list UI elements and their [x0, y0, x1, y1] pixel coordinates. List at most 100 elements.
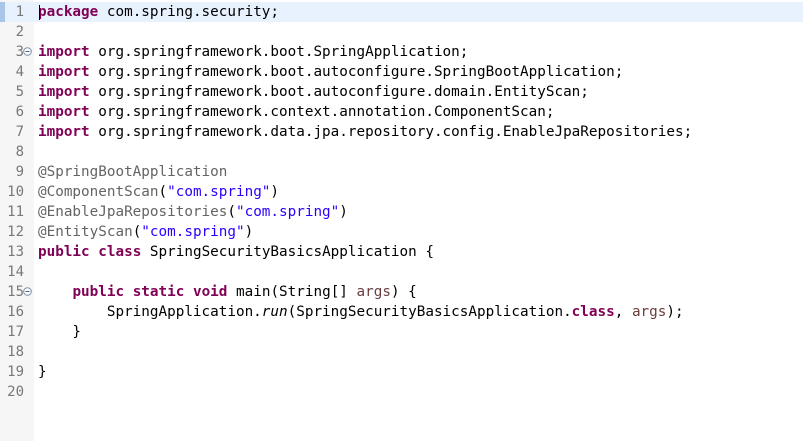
- code-line[interactable]: 6 import org.springframework.context.anno…: [0, 102, 803, 122]
- code-line[interactable]: 20: [0, 382, 803, 402]
- code-token: org.springframework.context.annotation.C…: [89, 104, 555, 120]
- code-text[interactable]: package com.spring.security;: [38, 2, 279, 22]
- code-token: );: [666, 304, 684, 320]
- line-number: 15: [7, 284, 24, 300]
- string-token: "com.spring": [235, 204, 340, 220]
- code-line[interactable]: 10 @ComponentScan("com.spring"): [0, 182, 803, 202]
- keyword-token: import: [38, 84, 90, 100]
- code-text[interactable]: import org.springframework.boot.autoconf…: [38, 82, 589, 102]
- code-line[interactable]: 4 import org.springframework.boot.autocon…: [0, 62, 803, 82]
- code-line[interactable]: 16 SpringApplication.run(SpringSecurityB…: [0, 302, 803, 322]
- keyword-token: class: [98, 244, 142, 260]
- code-text[interactable]: @SpringBootApplication: [38, 162, 227, 182]
- code-line[interactable]: 7 import org.springframework.data.jpa.rep…: [0, 122, 803, 142]
- code-line[interactable]: 17 }: [0, 322, 803, 342]
- code-text[interactable]: @ComponentScan("com.spring"): [38, 182, 279, 202]
- line-number: 18: [7, 344, 24, 360]
- code-text[interactable]: @EntityScan("com.spring"): [38, 222, 253, 242]
- annotation-token: @EnableJpaRepositories: [38, 204, 228, 220]
- fold-collapse-icon[interactable]: [23, 287, 32, 296]
- line-number: 2: [15, 24, 24, 40]
- code-line[interactable]: 18: [0, 342, 803, 362]
- code-line[interactable]: 8: [0, 142, 803, 162]
- parameter-token: args: [356, 284, 391, 300]
- line-number: 13: [7, 244, 24, 260]
- code-line[interactable]: 1 package com.spring.security;: [0, 2, 803, 22]
- code-token: SpringApplication.: [38, 304, 262, 320]
- code-text[interactable]: @EnableJpaRepositories("com.spring"): [38, 202, 348, 222]
- code-token: ): [244, 224, 254, 240]
- parameter-token: args: [631, 304, 667, 320]
- code-line[interactable]: 2: [0, 22, 803, 42]
- string-token: "com.spring": [167, 184, 271, 200]
- line-number: 16: [7, 304, 24, 320]
- keyword-token: import: [38, 124, 90, 140]
- code-line[interactable]: 3 import org.springframework.boot.SpringA…: [0, 42, 803, 62]
- fold-collapse-icon[interactable]: [23, 47, 32, 56]
- code-token: org.springframework.boot.autoconfigure.d…: [89, 84, 589, 100]
- code-text[interactable]: public class SpringSecurityBasicsApplica…: [38, 242, 434, 262]
- code-token: (SpringSecurityBasicsApplication.: [287, 304, 572, 320]
- code-token: ,: [614, 304, 632, 320]
- code-token: main(String[]: [227, 284, 357, 300]
- line-number: 11: [7, 204, 24, 220]
- code-text[interactable]: import org.springframework.boot.autoconf…: [38, 62, 623, 82]
- line-number: 10: [7, 184, 24, 200]
- code-text[interactable]: import org.springframework.data.jpa.repo…: [38, 122, 692, 142]
- code-token: (: [227, 204, 236, 220]
- string-token: "com.spring": [141, 224, 245, 240]
- code-line[interactable]: 19}: [0, 362, 803, 382]
- annotation-token: @SpringBootApplication: [38, 164, 228, 180]
- line-number: 7: [15, 124, 24, 140]
- keyword-token: public: [38, 244, 90, 260]
- code-token: }: [38, 324, 82, 340]
- code-text[interactable]: public static void main(String[] args) {: [38, 282, 416, 302]
- text-caret: [39, 5, 40, 20]
- code-text[interactable]: import org.springframework.context.annot…: [38, 102, 554, 122]
- keyword-token: import: [38, 44, 90, 60]
- code-line[interactable]: 12 @EntityScan("com.spring"): [0, 222, 803, 242]
- code-line[interactable]: 15 public static void main(String[] args…: [0, 282, 803, 302]
- code-line[interactable]: 9 @SpringBootApplication: [0, 162, 803, 182]
- code-editor[interactable]: 1 package com.spring.security; 2 3 import or…: [0, 0, 803, 441]
- line-number: 12: [7, 224, 24, 240]
- line-number: 17: [7, 324, 24, 340]
- code-line[interactable]: 5 import org.springframework.boot.autocon…: [0, 82, 803, 102]
- line-number: 20: [7, 384, 24, 400]
- keyword-token: import: [38, 104, 90, 120]
- line-number: 9: [15, 164, 24, 180]
- keyword-token: import: [38, 64, 90, 80]
- code-line[interactable]: 11 @EnableJpaRepositories("com.spring"): [0, 202, 803, 222]
- code-text[interactable]: }: [38, 322, 81, 342]
- keyword-token: package: [38, 4, 99, 20]
- line-number: 1: [15, 4, 24, 20]
- code-token: (: [158, 184, 168, 200]
- code-token: org.springframework.data.jpa.repository.…: [89, 124, 693, 140]
- line-number: 19: [7, 364, 24, 380]
- code-line[interactable]: 14: [0, 262, 803, 282]
- code-token: org.springframework.boot.autoconfigure.S…: [89, 64, 624, 80]
- code-token: org.springframework.boot.SpringApplicati…: [89, 44, 469, 60]
- code-token: }: [38, 364, 47, 380]
- line-number: 4: [15, 64, 24, 80]
- keyword-token: public: [72, 284, 125, 300]
- keyword-token: static: [132, 284, 185, 300]
- code-text[interactable]: SpringApplication.run(SpringSecurityBasi…: [38, 302, 684, 322]
- code-text[interactable]: import org.springframework.boot.SpringAp…: [38, 42, 468, 62]
- annotation-token: @EntityScan: [38, 224, 133, 240]
- code-token: ): [270, 184, 280, 200]
- line-number: 14: [7, 264, 24, 280]
- line-number: 3: [15, 44, 24, 60]
- code-text[interactable]: }: [38, 362, 47, 382]
- line-number: 8: [15, 144, 24, 160]
- code-token: SpringSecurityBasicsApplication {: [141, 244, 434, 260]
- code-token: ): [339, 204, 348, 220]
- code-token: (: [132, 224, 142, 240]
- code-line[interactable]: 13 public class SpringSecurityBasicsAppli…: [0, 242, 803, 262]
- keyword-token: void: [192, 284, 228, 300]
- line-number: 5: [15, 84, 24, 100]
